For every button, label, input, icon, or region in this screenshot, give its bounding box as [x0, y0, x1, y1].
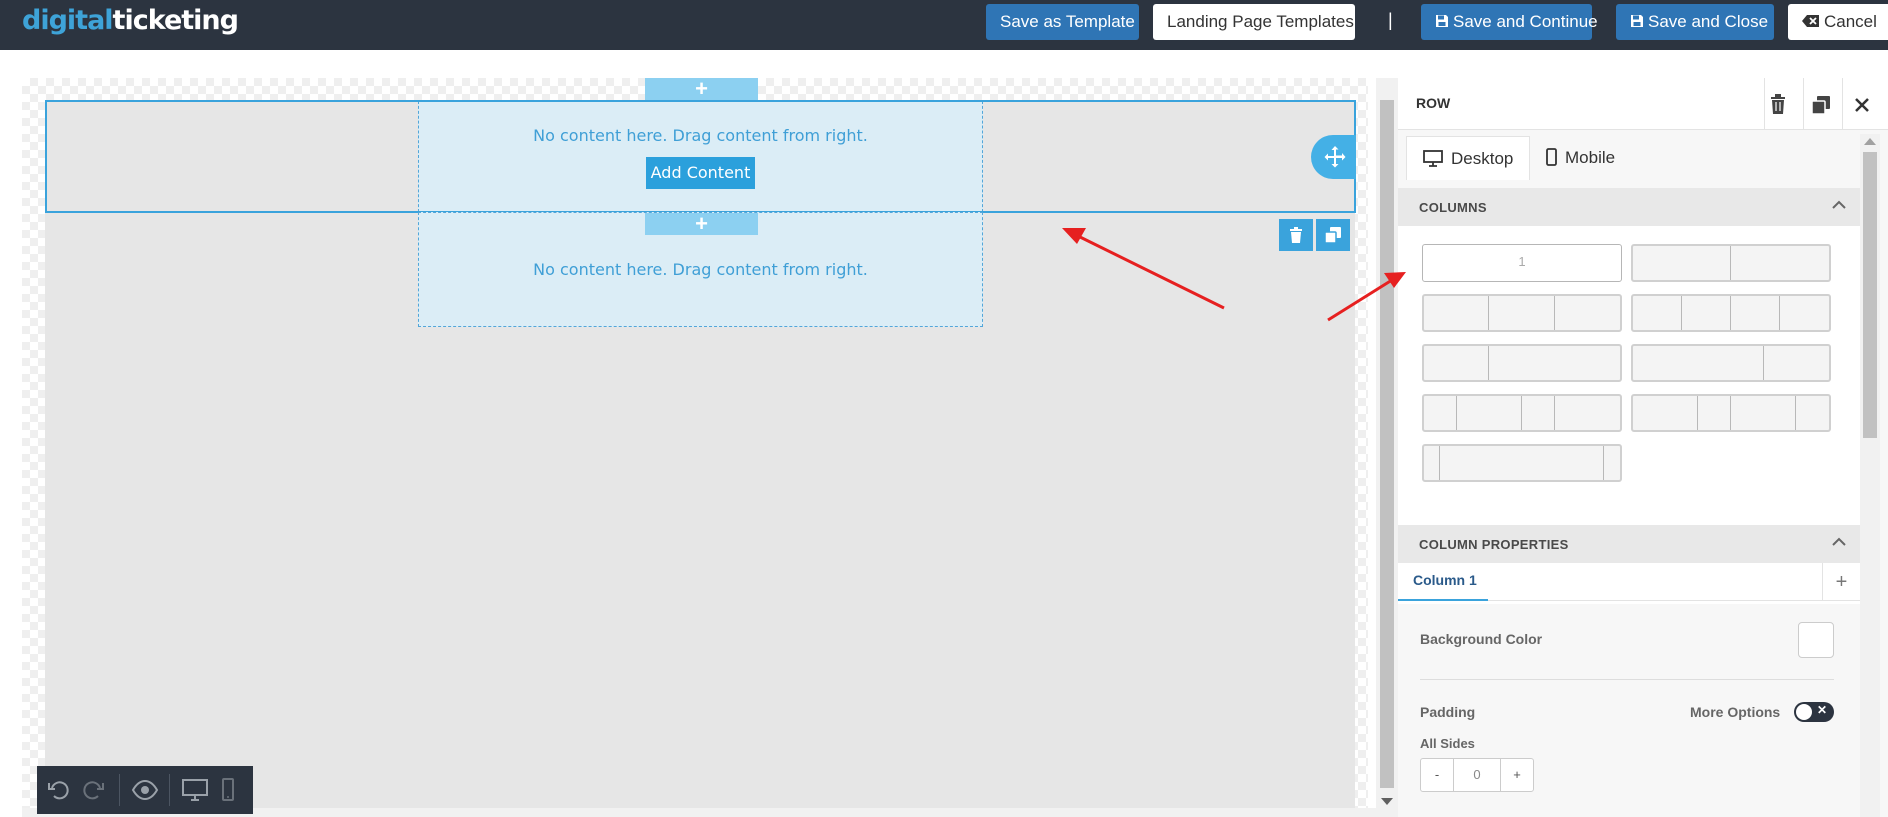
scroll-up-arrow-icon[interactable]: [1864, 138, 1876, 145]
layout-2-columns[interactable]: [1631, 244, 1831, 282]
padding-label: Padding: [1420, 704, 1476, 720]
toolbar-divider: [119, 774, 120, 806]
layout-narrow-wide-narrow[interactable]: [1422, 444, 1622, 482]
trash-icon[interactable]: [1770, 94, 1786, 114]
layout-mixed-4-columns-alt[interactable]: [1631, 394, 1831, 432]
desktop-icon: [1423, 150, 1443, 167]
toolbar-separator: |: [1388, 10, 1393, 30]
chevron-up-icon: [1832, 537, 1846, 546]
header-divider: [1842, 78, 1843, 130]
add-row-above-button[interactable]: +: [645, 78, 758, 100]
header-divider: [1803, 78, 1804, 130]
save-and-close-button[interactable]: Save and Close: [1616, 4, 1774, 40]
duplicate-row-button[interactable]: [1316, 219, 1350, 251]
cancel-button[interactable]: Cancel: [1788, 4, 1888, 40]
padding-increment-button[interactable]: +: [1501, 759, 1533, 791]
background-color-picker[interactable]: [1798, 622, 1834, 658]
background-color-label: Background Color: [1420, 631, 1543, 647]
save-as-template-button[interactable]: Save as Template: [986, 4, 1139, 40]
all-sides-label: All Sides: [1420, 736, 1475, 751]
layout-1-column[interactable]: 1: [1422, 244, 1622, 282]
tab-desktop[interactable]: Desktop: [1406, 136, 1530, 180]
column-tabs: Column 1 +: [1398, 563, 1860, 601]
layout-1-2-columns[interactable]: [1422, 344, 1622, 382]
add-column-button[interactable]: +: [1822, 563, 1860, 601]
header-divider: [1764, 78, 1765, 130]
copy-icon: [1325, 227, 1341, 243]
row-properties-panel: ROW Desktop Mobile COLUMNS 1 COLUMN PROP…: [1398, 78, 1888, 817]
add-row-below-button[interactable]: +: [645, 213, 758, 235]
layout-3-columns[interactable]: [1422, 294, 1622, 332]
toggle-off-icon: ✕: [1817, 703, 1828, 717]
backspace-icon: [1802, 15, 1819, 27]
scroll-down-arrow-icon[interactable]: [1381, 798, 1393, 805]
layout-2-1-columns[interactable]: [1631, 344, 1831, 382]
app-logo: digitalticketing: [22, 5, 239, 36]
columns-section-title: COLUMNS: [1419, 200, 1487, 215]
landing-page-templates-button[interactable]: Landing Page Templates: [1153, 4, 1355, 40]
canvas-toolbar: [37, 766, 253, 814]
more-options-label: More Options: [1690, 704, 1781, 720]
padding-stepper: - 0 +: [1420, 758, 1534, 792]
tab-column-1[interactable]: Column 1: [1398, 563, 1488, 601]
desktop-view-icon[interactable]: [182, 778, 208, 802]
selected-row[interactable]: [45, 100, 1356, 213]
save-and-continue-button[interactable]: Save and Continue: [1421, 4, 1598, 40]
mobile-icon: [1546, 148, 1557, 166]
duplicate-icon[interactable]: [1812, 96, 1830, 114]
layout-mixed-4-columns[interactable]: [1422, 394, 1622, 432]
padding-value-input[interactable]: 0: [1453, 759, 1501, 791]
columns-section-header[interactable]: COLUMNS: [1398, 188, 1860, 226]
scrollbar-thumb[interactable]: [1380, 100, 1394, 788]
panel-vertical-scrollbar[interactable]: [1860, 134, 1880, 817]
undo-icon[interactable]: [47, 778, 71, 802]
top-bar: digitalticketing Save as Template Landin…: [0, 0, 1888, 50]
trash-icon: [1290, 227, 1302, 243]
layout-4-columns[interactable]: [1631, 294, 1831, 332]
close-icon[interactable]: [1855, 98, 1869, 112]
redo-icon[interactable]: [81, 778, 105, 802]
divider: [1420, 679, 1834, 680]
floppy-disk-icon: [1436, 15, 1448, 27]
column-properties-section-title: COLUMN PROPERTIES: [1419, 537, 1569, 552]
column-properties-section-header[interactable]: COLUMN PROPERTIES: [1398, 525, 1860, 563]
move-row-handle[interactable]: [1311, 135, 1356, 179]
more-options-toggle[interactable]: ✕: [1794, 702, 1834, 722]
scrollbar-thumb[interactable]: [1863, 152, 1877, 438]
padding-decrement-button[interactable]: -: [1421, 759, 1453, 791]
tab-mobile[interactable]: Mobile: [1530, 136, 1640, 180]
canvas-vertical-scrollbar[interactable]: [1376, 78, 1398, 817]
mobile-view-icon[interactable]: [221, 778, 235, 802]
delete-row-button[interactable]: [1279, 219, 1313, 251]
panel-title: ROW: [1416, 95, 1451, 111]
preview-eye-icon[interactable]: [131, 779, 159, 801]
move-icon: [1324, 146, 1346, 168]
toolbar-divider: [169, 774, 170, 806]
chevron-up-icon: [1832, 200, 1846, 209]
floppy-disk-icon: [1631, 15, 1643, 27]
empty-column-message: No content here. Drag content from right…: [533, 260, 868, 279]
panel-header: ROW: [1398, 78, 1888, 130]
